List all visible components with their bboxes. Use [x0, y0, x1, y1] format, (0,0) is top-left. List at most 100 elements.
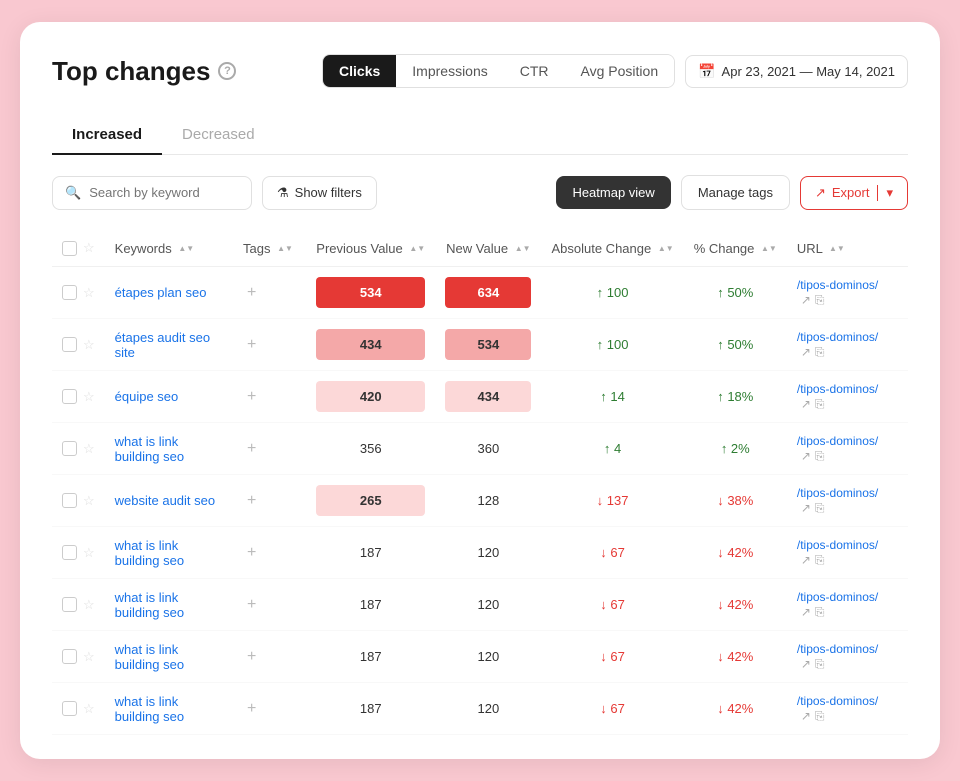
keyword-link[interactable]: what is link building seo [115, 694, 184, 724]
tab-ctr[interactable]: CTR [504, 55, 565, 87]
data-table: ☆ Keywords ▲▼ Tags ▲▼ Previous Value ▲▼ … [52, 230, 908, 735]
add-tag-button[interactable]: + [243, 492, 260, 510]
external-link-icon[interactable]: ↗ [801, 293, 811, 308]
keyword-link[interactable]: what is link building seo [115, 590, 184, 620]
pct-change: ↑ 18% [717, 389, 753, 404]
sort-keywords[interactable]: ▲▼ [178, 245, 194, 253]
tab-increased[interactable]: Increased [52, 116, 162, 155]
manage-tags-button[interactable]: Manage tags [681, 175, 790, 210]
copy-icon[interactable]: ⎘ [815, 293, 825, 308]
tab-avg-position[interactable]: Avg Position [565, 55, 675, 87]
row-star[interactable]: ☆ [83, 649, 95, 665]
url-icons: ↗ ⎘ [801, 657, 825, 672]
new-value-cell: 360 [445, 441, 531, 456]
filter-label: Show filters [295, 185, 362, 200]
row-star[interactable]: ☆ [83, 337, 95, 353]
copy-icon[interactable]: ⎘ [815, 397, 825, 412]
row-star[interactable]: ☆ [83, 597, 95, 613]
calendar-icon: 📅 [698, 63, 715, 80]
keyword-link[interactable]: étapes plan seo [115, 285, 207, 300]
add-tag-button[interactable]: + [243, 284, 260, 302]
filter-icon: ⚗ [277, 185, 289, 201]
keyword-link[interactable]: website audit seo [115, 493, 215, 508]
add-tag-button[interactable]: + [243, 700, 260, 718]
heatmap-button[interactable]: Heatmap view [556, 176, 670, 209]
copy-icon[interactable]: ⎘ [815, 605, 825, 620]
tab-impressions[interactable]: Impressions [396, 55, 503, 87]
external-link-icon[interactable]: ↗ [801, 501, 811, 516]
external-link-icon[interactable]: ↗ [801, 553, 811, 568]
row-star[interactable]: ☆ [83, 493, 95, 509]
row-select-group: ☆ [62, 285, 95, 301]
add-tag-button[interactable]: + [243, 648, 260, 666]
filter-button[interactable]: ⚗ Show filters [262, 176, 377, 210]
add-tag-button[interactable]: + [243, 336, 260, 354]
copy-icon[interactable]: ⎘ [815, 657, 825, 672]
external-link-icon[interactable]: ↗ [801, 449, 811, 464]
row-star[interactable]: ☆ [83, 285, 95, 301]
keyword-link[interactable]: équipe seo [115, 389, 179, 404]
sort-new[interactable]: ▲▼ [515, 245, 531, 253]
add-tag-button[interactable]: + [243, 388, 260, 406]
row-checkbox[interactable] [62, 597, 77, 612]
export-divider [877, 185, 878, 201]
sort-url[interactable]: ▲▼ [829, 245, 845, 253]
row-checkbox[interactable] [62, 285, 77, 300]
chevron-down-icon: ▾ [886, 185, 893, 201]
tab-decreased[interactable]: Decreased [162, 116, 275, 155]
external-link-icon[interactable]: ↗ [801, 397, 811, 412]
export-button[interactable]: ↗ Export ▾ [800, 176, 908, 210]
keyword-link[interactable]: étapes audit seo site [115, 330, 210, 360]
tab-clicks[interactable]: Clicks [323, 55, 396, 87]
row-select-group: ☆ [62, 389, 95, 405]
absolute-change: ↑ 14 [600, 389, 625, 404]
metric-tabs: Clicks Impressions CTR Avg Position [322, 54, 675, 88]
external-link-icon[interactable]: ↗ [801, 709, 811, 724]
row-checkbox[interactable] [62, 441, 77, 456]
external-link-icon[interactable]: ↗ [801, 657, 811, 672]
copy-icon[interactable]: ⎘ [815, 709, 825, 724]
search-input[interactable] [89, 185, 239, 200]
prev-value-cell: 187 [316, 545, 425, 560]
row-checkbox[interactable] [62, 389, 77, 404]
row-star[interactable]: ☆ [83, 389, 95, 405]
date-range-picker[interactable]: 📅 Apr 23, 2021 — May 14, 2021 [685, 55, 908, 88]
keyword-link[interactable]: what is link building seo [115, 642, 184, 672]
row-star[interactable]: ☆ [83, 701, 95, 717]
row-star[interactable]: ☆ [83, 441, 95, 457]
copy-icon[interactable]: ⎘ [815, 501, 825, 516]
sort-prev[interactable]: ▲▼ [409, 245, 425, 253]
copy-icon[interactable]: ⎘ [815, 553, 825, 568]
table-row: ☆ équipe seo + 420 434 ↑ 14 ↑ 18% /tipos… [52, 371, 908, 423]
copy-icon[interactable]: ⎘ [815, 449, 825, 464]
row-checkbox[interactable] [62, 701, 77, 716]
pct-change: ↓ 38% [717, 493, 753, 508]
external-link-icon[interactable]: ↗ [801, 605, 811, 620]
copy-icon[interactable]: ⎘ [815, 345, 825, 360]
row-checkbox[interactable] [62, 649, 77, 664]
sort-abs[interactable]: ▲▼ [658, 245, 674, 253]
sort-pct[interactable]: ▲▼ [761, 245, 777, 253]
row-checkbox[interactable] [62, 493, 77, 508]
search-box: 🔍 [52, 176, 252, 210]
row-select-group: ☆ [62, 701, 95, 717]
main-card: Top changes ? Clicks Impressions CTR Avg… [20, 22, 940, 759]
new-value-cell: 120 [445, 545, 531, 560]
select-all-checkbox[interactable] [62, 241, 77, 256]
new-value-cell: 434 [445, 381, 531, 412]
row-star[interactable]: ☆ [83, 545, 95, 561]
help-icon[interactable]: ? [218, 62, 236, 80]
row-checkbox[interactable] [62, 545, 77, 560]
keyword-link[interactable]: what is link building seo [115, 434, 184, 464]
add-tag-button[interactable]: + [243, 544, 260, 562]
row-select-group: ☆ [62, 545, 95, 561]
prev-value-cell: 187 [316, 649, 425, 664]
toolbar-right: Heatmap view Manage tags ↗ Export ▾ [556, 175, 908, 210]
add-tag-button[interactable]: + [243, 596, 260, 614]
keyword-link[interactable]: what is link building seo [115, 538, 184, 568]
sort-tags[interactable]: ▲▼ [277, 245, 293, 253]
row-checkbox[interactable] [62, 337, 77, 352]
add-tag-button[interactable]: + [243, 440, 260, 458]
col-header-tags: Tags ▲▼ [233, 230, 306, 267]
external-link-icon[interactable]: ↗ [801, 345, 811, 360]
